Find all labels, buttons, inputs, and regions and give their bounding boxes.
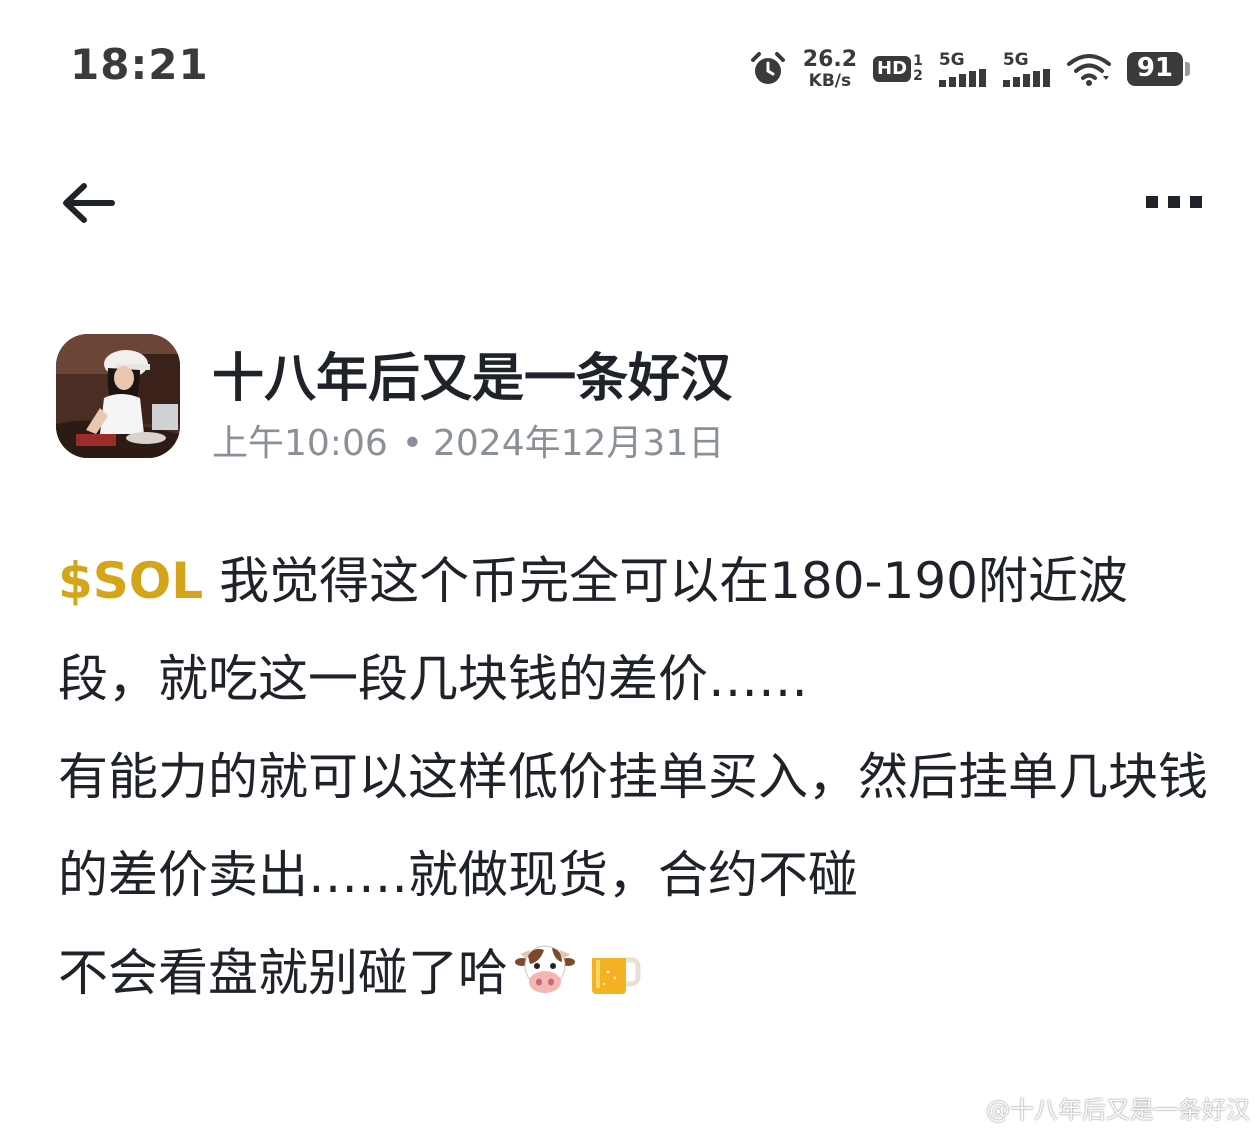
post-paragraph-3: 不会看盘就别碰了哈 [58,924,1208,1022]
hd-label: HD [873,56,912,82]
sim2-signal: 5G [1002,49,1051,87]
post-text-1: 我觉得这个币完全可以在180-190附近波段，就吃这一段几块钱的差价…… [58,552,1128,708]
post-paragraph-2: 有能力的就可以这样低价挂单买入，然后挂单几块钱的差价卖出……就做现货，合约不碰 [58,748,1208,904]
status-time: 18:21 [70,40,209,89]
ticker-tag[interactable]: $SOL [58,552,203,610]
author-avatar[interactable] [56,334,180,458]
battery-level: 91 [1126,52,1183,86]
signal-icon [938,68,987,87]
battery-icon: 91 [1126,52,1190,86]
status-bar: 18:21 26.2 KB/s HD 1 2 5G 5G 91 [0,0,1260,130]
signal-icon [1002,68,1051,87]
meta-separator: • [401,423,423,464]
post-time: 上午10:06 [212,423,388,464]
cow-face-emoji [514,936,576,998]
post-meta: 上午10:06 • 2024年12月31日 [212,414,724,466]
sim1-network-label: 5G [938,49,965,70]
post-content: $SOL 我觉得这个币完全可以在180-190附近波段，就吃这一段几块钱的差价…… [58,532,1208,1022]
watermark-text: @十八年后又是一条好汉 [986,1096,1250,1124]
watermark: @十八年后又是一条好汉 [956,1090,1250,1125]
wifi-icon [1066,52,1111,86]
back-arrow-icon[interactable] [60,180,116,226]
sim2-network-label: 5G [1002,49,1029,70]
hd-sim2: 2 [913,68,923,84]
beer-mug-emoji [582,936,644,998]
post-date: 2024年12月31日 [432,423,725,464]
status-icons: 26.2 KB/s HD 1 2 5G 5G 91 [749,44,1190,94]
alarm-icon [749,50,787,88]
network-speed-unit: KB/s [808,70,852,91]
network-speed-value: 26.2 [802,46,858,72]
platform-logo-icon [956,1094,982,1122]
more-options-icon[interactable] [1146,190,1202,214]
post-text-3: 不会看盘就别碰了哈 [58,944,508,1002]
sim1-signal: 5G [938,49,987,87]
hd-sim1: 1 [913,53,923,70]
author-name[interactable]: 十八年后又是一条好汉 [212,336,732,411]
post-paragraph-1: $SOL 我觉得这个币完全可以在180-190附近波段，就吃这一段几块钱的差价…… [58,532,1208,728]
network-speed: 26.2 KB/s [802,46,858,91]
hd-voice-badge: HD 1 2 [873,54,923,83]
